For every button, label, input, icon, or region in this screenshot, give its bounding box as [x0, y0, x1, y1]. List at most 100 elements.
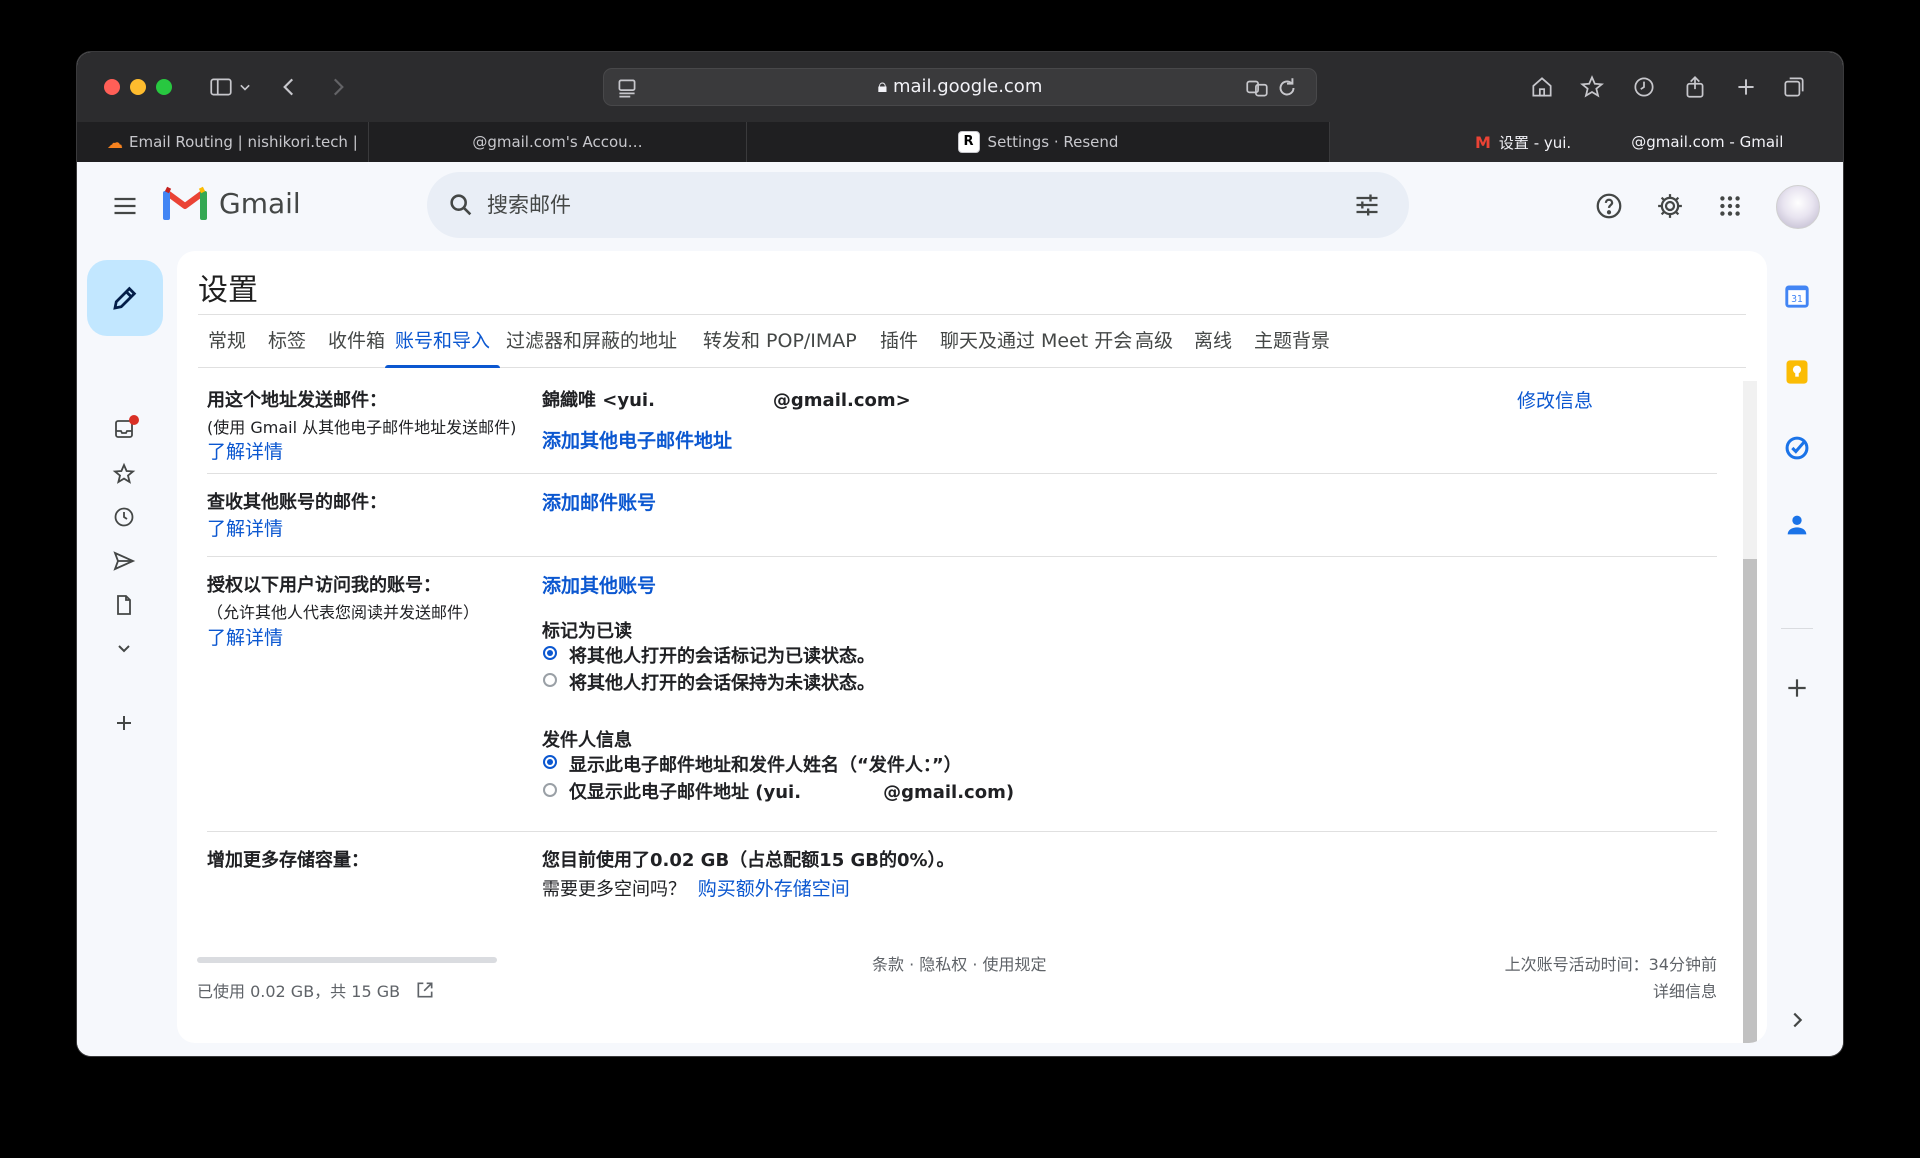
contacts-icon[interactable] [1777, 505, 1817, 545]
gmail-logo-icon [163, 186, 207, 220]
avatar[interactable] [1776, 185, 1820, 229]
new-tab-icon[interactable] [1729, 70, 1763, 104]
url-value: mail.google.com [892, 76, 1043, 97]
keep-unread-radio[interactable] [543, 673, 557, 687]
learn-more-link[interactable]: 了解详情 [207, 623, 283, 650]
address-only-text-b: @gmail.com) [883, 782, 1015, 803]
address-only-radio[interactable] [543, 783, 557, 797]
apps-grid-icon[interactable] [1708, 184, 1752, 228]
gmail-logo[interactable]: Gmail [163, 186, 301, 220]
tab-labels[interactable]: 标签 [268, 315, 306, 367]
zoom-window-button[interactable] [156, 79, 172, 95]
settings-gear-icon[interactable] [1648, 184, 1692, 228]
get-addons-icon[interactable] [1777, 668, 1817, 708]
tab-inbox[interactable]: 收件箱 [328, 315, 385, 367]
send-as-sub: (使用 Gmail 从其他电子邮件地址发送邮件) [207, 418, 517, 437]
more-chevron-icon[interactable] [107, 631, 141, 665]
compose-button[interactable] [87, 260, 163, 336]
tab-google-account[interactable]: @gmail.com's Accou… [369, 122, 747, 162]
tab-general[interactable]: 常规 [208, 315, 246, 367]
sender-info-heading: 发件人信息 [542, 730, 632, 751]
chevron-down-icon[interactable] [235, 70, 255, 104]
search-bar[interactable]: 搜索邮件 [427, 172, 1409, 238]
tab-resend[interactable]: R Settings · Resend [747, 122, 1330, 162]
learn-more-link[interactable]: 了解详情 [207, 437, 283, 464]
sent-icon[interactable] [107, 544, 141, 578]
tab-accounts-import[interactable]: 账号和导入 [385, 315, 501, 368]
tab-label: 主题背景 [1254, 330, 1331, 352]
edit-info-link[interactable]: 修改信息 [1517, 386, 1593, 413]
tab-label: 设置 - yui. [1498, 133, 1572, 152]
tab-label: @gmail.com's Accou… [472, 133, 643, 151]
buy-storage-link[interactable]: 购买额外存储空间 [698, 878, 850, 900]
grant-access-label: 授权以下用户访问我的账号： [207, 575, 441, 596]
search-options-icon[interactable] [1345, 183, 1389, 227]
address-bar[interactable]: 🔒︎ mail.google.com [603, 68, 1317, 106]
tab-themes[interactable]: 主题背景 [1254, 315, 1330, 367]
learn-more-link[interactable]: 了解详情 [207, 514, 283, 541]
add-email-address-link[interactable]: 添加其他电子邮件地址 [542, 426, 732, 453]
tab-addons[interactable]: 插件 [880, 315, 918, 367]
add-label-icon[interactable] [107, 706, 141, 740]
mark-read-radio[interactable] [543, 646, 557, 660]
keep-icon[interactable] [1777, 352, 1817, 392]
close-window-button[interactable] [104, 79, 120, 95]
check-mail-row: 查收其他账号的邮件： 了解详情 添加邮件账号 [207, 473, 1717, 557]
sidebar-toggle-icon[interactable] [204, 70, 238, 104]
add-mail-account-link[interactable]: 添加邮件账号 [542, 488, 656, 515]
starred-icon[interactable] [107, 457, 141, 491]
tab-chat-meet[interactable]: 聊天及通过 Meet 开会 [940, 315, 1132, 367]
search-icon[interactable] [439, 183, 483, 227]
tab-email-routing[interactable]: ☁︎ Email Routing | nishikori.tech | [77, 122, 369, 162]
show-name-option[interactable]: 显示此电子邮件地址和发件人姓名（“发件人：”） [569, 751, 962, 777]
drafts-icon[interactable] [107, 588, 141, 622]
address-only-option[interactable]: 仅显示此电子邮件地址 (yui. @gmail.com) [569, 778, 1014, 804]
help-icon[interactable] [1587, 184, 1631, 228]
storage-used-text: 已使用 0.02 GB，共 15 GB [197, 978, 435, 1004]
tab-label: 插件 [880, 330, 919, 352]
reload-icon[interactable] [1270, 71, 1304, 105]
mark-read-option[interactable]: 将其他人打开的会话标记为已读状态。 [569, 642, 875, 668]
gmail-app: Gmail 搜索邮件 设置 常规 标签 收件箱 账号和导入 过滤器和屏蔽的地址 … [77, 162, 1843, 1056]
snoozed-icon[interactable] [107, 500, 141, 534]
history-icon[interactable] [1627, 70, 1661, 104]
tasks-icon[interactable] [1777, 428, 1817, 468]
bookmark-star-icon[interactable] [1575, 70, 1609, 104]
search-input[interactable]: 搜索邮件 [487, 172, 571, 238]
active-tab-indicator [385, 365, 501, 368]
tab-filters[interactable]: 过滤器和屏蔽的地址 [506, 315, 677, 367]
back-icon[interactable] [272, 70, 306, 104]
calendar-icon[interactable]: 31 [1777, 276, 1817, 316]
main-menu-icon[interactable] [103, 184, 147, 228]
tab-gmail[interactable]: M 设置 - yui. @gmail.com - Gmail [1330, 122, 1843, 162]
footer-links[interactable]: 条款 · 隐私权 · 使用规定 [872, 951, 1047, 975]
forward-icon[interactable] [321, 70, 355, 104]
home-icon[interactable] [1525, 70, 1559, 104]
scrollbar-track[interactable] [1743, 381, 1757, 1043]
share-icon[interactable] [1678, 70, 1712, 104]
gmail-icon: M [1475, 132, 1491, 152]
storage-row: 增加更多存储容量： 您目前使用了0.02 GB（占总配额15 GB的0%）。 需… [207, 831, 1717, 921]
scrollbar-thumb[interactable] [1743, 559, 1757, 1043]
add-other-account-link[interactable]: 添加其他账号 [542, 571, 656, 598]
resend-icon: R [957, 131, 980, 153]
translate-icon[interactable] [1240, 71, 1274, 105]
open-external-icon[interactable] [415, 980, 435, 1004]
send-as-row: 用这个地址发送邮件： (使用 Gmail 从其他电子邮件地址发送邮件) 了解详情… [207, 376, 1717, 474]
browser-window: 🔒︎ mail.google.com ☁︎ Email Routing | ni… [77, 52, 1843, 1056]
url-text: 🔒︎ mail.google.com [604, 69, 1316, 105]
details-link[interactable]: 详细信息 [1653, 978, 1717, 1002]
tab-forwarding[interactable]: 转发和 POP/IMAP [703, 315, 857, 367]
inbox-icon[interactable] [107, 412, 141, 446]
keep-unread-option[interactable]: 将其他人打开的会话保持为未读状态。 [569, 669, 875, 695]
minimize-window-button[interactable] [130, 79, 146, 95]
tab-overview-icon[interactable] [1777, 70, 1811, 104]
tab-label: 常规 [208, 330, 247, 352]
tab-label: Email Routing | nishikori.tech | [129, 133, 358, 151]
storage-usage: 您目前使用了0.02 GB（占总配额15 GB的0%）。 [542, 850, 955, 871]
expand-panel-icon[interactable] [1777, 1000, 1817, 1040]
tab-label: 标签 [268, 330, 307, 352]
tab-offline[interactable]: 离线 [1194, 315, 1232, 367]
show-name-radio[interactable] [543, 755, 557, 769]
tab-advanced[interactable]: 高级 [1135, 315, 1173, 367]
